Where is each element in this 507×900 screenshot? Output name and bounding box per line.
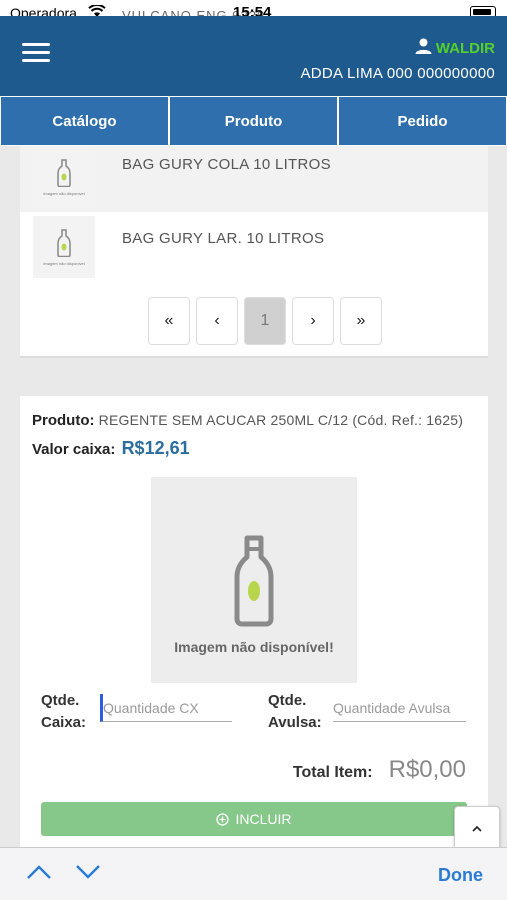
- tab-produto[interactable]: Produto: [169, 96, 338, 146]
- prev-page-button[interactable]: ‹: [196, 297, 238, 345]
- image-caption: Imagem não disponível!: [174, 639, 334, 655]
- qty-loose-input[interactable]: [333, 694, 466, 722]
- hamburger-menu-icon[interactable]: [22, 43, 50, 65]
- qty-box-input[interactable]: [100, 694, 232, 722]
- total-label: Total Item:: [292, 764, 373, 781]
- product-thumbnail: Imagem não disponível: [33, 146, 95, 208]
- bottle-icon: [57, 158, 71, 187]
- user-subtitle: ADDA LIMA 000 000000000: [300, 65, 495, 82]
- total-item: Total Item: R$0,00: [293, 756, 466, 784]
- product-thumbnail: Imagem não disponível: [33, 216, 95, 278]
- next-field-button[interactable]: [75, 864, 101, 885]
- product-image-placeholder: Imagem não disponível!: [151, 477, 357, 683]
- keyboard-toolbar: Done: [0, 847, 507, 900]
- list-item[interactable]: Imagem não disponível BAG GURY COLA 10 L…: [20, 146, 488, 212]
- product-list: Imagem não disponível BAG GURY COLA 10 L…: [20, 146, 488, 358]
- add-item-label: INCLUIR: [235, 811, 292, 827]
- bottle-icon: [57, 228, 71, 257]
- product-info: Produto: REGENTE SEM ACUCAR 250ML C/12 (…: [32, 412, 463, 429]
- tab-bar: Catálogo Produto Pedido: [0, 96, 507, 146]
- bottle-icon: [234, 535, 274, 627]
- chevron-up-icon: [472, 826, 482, 832]
- thumbnail-caption: Imagem não disponível: [43, 190, 85, 196]
- list-item-name: BAG GURY COLA 10 LITROS: [122, 156, 331, 173]
- total-value: R$0,00: [388, 756, 466, 783]
- add-item-button[interactable]: INCLUIR: [41, 802, 467, 836]
- plus-circle-icon: [216, 812, 230, 826]
- user-name: WALDIR: [435, 39, 495, 57]
- last-page-button[interactable]: »: [340, 297, 382, 345]
- list-item-name: BAG GURY LAR. 10 LITROS: [122, 230, 325, 247]
- chevron-up-icon: [27, 865, 51, 879]
- scroll-to-top-button[interactable]: [454, 806, 500, 852]
- product-value: REGENTE SEM ACUCAR 250ML C/12 (Cód. Ref.…: [98, 412, 464, 428]
- list-item[interactable]: Imagem não disponível BAG GURY LAR. 10 L…: [20, 212, 488, 282]
- previous-field-button[interactable]: [26, 864, 52, 885]
- app-header: WALDIR ADDA LIMA 000 000000000: [0, 16, 507, 96]
- thumbnail-caption: Imagem não disponível: [43, 260, 85, 266]
- price-label: Valor caixa:: [32, 441, 116, 458]
- product-detail: Produto: REGENTE SEM ACUCAR 250ML C/12 (…: [20, 396, 488, 856]
- done-button[interactable]: Done: [438, 865, 483, 886]
- qty-loose-label: Qtde. Avulsa:: [268, 692, 322, 731]
- tab-pedido[interactable]: Pedido: [338, 96, 507, 146]
- first-page-button[interactable]: «: [148, 297, 190, 345]
- qty-box-label: Qtde. Caixa:: [41, 692, 87, 731]
- pagination: « ‹ 1 › »: [148, 297, 382, 345]
- chevron-down-icon: [76, 865, 100, 879]
- product-label: Produto:: [32, 412, 95, 429]
- price-value: R$12,61: [121, 438, 190, 458]
- price-info: Valor caixa: R$12,61: [32, 438, 190, 459]
- tab-catalogo[interactable]: Catálogo: [0, 96, 169, 146]
- user-info: WALDIR ADDA LIMA 000 000000000: [300, 38, 495, 82]
- current-page-button[interactable]: 1: [244, 297, 286, 345]
- next-page-button[interactable]: ›: [292, 297, 334, 345]
- user-icon: [415, 38, 432, 58]
